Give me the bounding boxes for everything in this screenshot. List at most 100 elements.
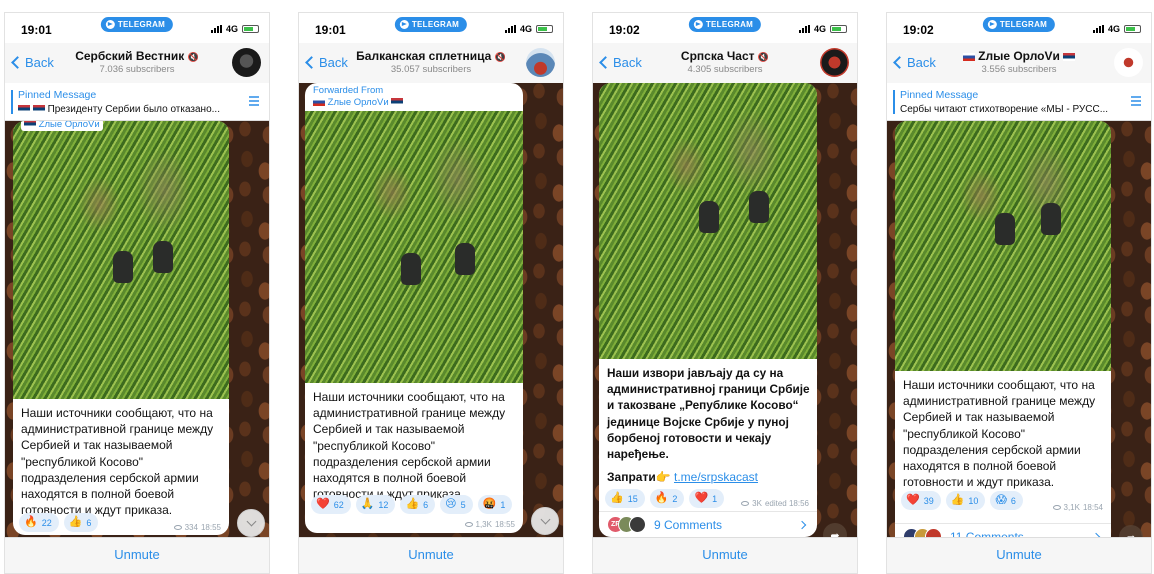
reaction-chip[interactable]: 👍 6 [63,513,99,532]
back-button[interactable]: Back [11,55,54,70]
message-photo[interactable] [895,121,1111,371]
chat-header: Back Балканская сплетница 🔇 35.057 subsc… [299,43,563,83]
system-indicators: 4G [210,24,259,34]
chevron-left-icon [599,56,612,69]
phone-screen-4: 19:02 TELEGRAM 4G Back Zлые ОрлоVи 3.556… [886,12,1152,574]
chat-background: Наши источники сообщают, что на админист… [887,121,1151,549]
boot [1041,203,1061,235]
channel-avatar[interactable] [526,48,555,77]
bottom-bar: Unmute [593,537,857,573]
reaction-bar: 🔥 22 👍 6 [19,513,99,532]
reaction-chip[interactable]: ❤️ 62 [311,495,351,514]
message-bubble[interactable]: Forwarded From Zлые ОрлоVи Наши источник… [305,83,523,533]
unmute-button[interactable]: Unmute [408,547,454,562]
boot [455,243,475,275]
pinned-message[interactable]: Pinned Message Президенту Сербии было от… [5,83,269,121]
message-text: Наши источники сообщают, что на админист… [313,390,506,502]
back-button[interactable]: Back [305,55,348,70]
pinned-message[interactable]: Pinned Message Сербы читают стихотворени… [887,83,1151,121]
channel-avatar[interactable] [1114,48,1143,77]
battery-icon [830,25,847,33]
telegram-pill[interactable]: TELEGRAM [688,17,762,32]
back-button[interactable]: Back [893,55,936,70]
muted-icon: 🔇 [187,52,199,62]
flag-icon [18,105,30,113]
views-icon [1052,505,1061,510]
bottom-bar: Unmute [5,537,269,573]
telegram-pill[interactable]: TELEGRAM [100,17,174,32]
channel-link[interactable]: t.me/srpskacast [674,470,758,484]
flag-icon [313,98,325,106]
scroll-down-button[interactable] [237,509,265,537]
subscriber-count: 3.556 subscribers [981,64,1057,75]
channel-title: Српска Част [680,49,755,63]
reaction-chip[interactable]: ❤️ 39 [901,491,941,510]
views-icon [741,501,750,506]
commenter-avatar [629,516,646,533]
channel-title: Балканская сплетница [356,49,492,63]
channel-info[interactable]: Zлые ОрлоVи 3.556 subscribers [943,49,1095,75]
forward-source[interactable]: Zлые ОрлоVи [39,121,100,130]
reaction-chip[interactable]: 👍 10 [945,491,986,510]
message-photo[interactable] [599,83,817,359]
message-bubble[interactable]: Наши источники сообщают, что на админист… [895,121,1111,549]
chevron-left-icon [11,56,24,69]
telegram-pill[interactable]: TELEGRAM [394,17,468,32]
signal-icon [504,25,516,33]
reaction-chip[interactable]: 😢 5 [440,495,473,514]
clock: 19:02 [903,23,934,37]
message-meta: 3K edited 18:56 [741,499,809,508]
share-line: Запрати👉 t.me/srpskacast [607,470,759,484]
channel-title: Zлые ОрлоVи [978,49,1060,63]
reaction-chip[interactable]: 👍 15 [605,489,645,508]
message-photo[interactable] [305,111,523,383]
comments-bar[interactable]: ZP 9 Comments [599,511,817,537]
phone-screen-2: 19:01 TELEGRAM 4G Back Балканская сплетн… [298,12,564,574]
flag-icon [32,105,45,113]
forward-source[interactable]: Zлые ОрлоVи [328,97,389,108]
clock: 19:01 [21,23,52,37]
unmute-button[interactable]: Unmute [996,547,1042,562]
clock: 19:02 [609,23,640,37]
message-meta: 334 18:55 [173,523,221,532]
battery-icon [1124,25,1141,33]
reaction-chip[interactable]: 👍 6 [400,495,436,514]
flag-icon [1063,53,1076,61]
channel-avatar[interactable] [820,48,849,77]
comments-label: 9 Comments [654,517,723,532]
message-meta: 3,1K 18:54 [1052,503,1103,512]
boot [749,191,769,223]
pinned-list-icon[interactable] [1129,95,1143,107]
system-indicators: 4G [798,24,847,34]
message-photo[interactable] [13,121,229,399]
chevron-left-icon [893,56,906,69]
signal-icon [1092,25,1104,33]
message-bubble[interactable]: Zлые ОрлоVи Наши источники сообщают, что… [13,121,229,535]
boot [699,201,719,233]
unmute-button[interactable]: Unmute [114,547,160,562]
subscriber-count: 4.305 subscribers [687,64,763,75]
channel-info[interactable]: Балканская сплетница 🔇 35.057 subscriber… [355,49,507,75]
unmute-button[interactable]: Unmute [702,547,748,562]
status-bar: 19:02 TELEGRAM 4G [593,13,857,43]
chevron-left-icon [305,56,318,69]
reaction-chip[interactable]: 🔥 22 [19,513,59,532]
scroll-down-button[interactable] [531,507,559,535]
reaction-chip[interactable]: 🔥 2 [649,489,685,508]
pinned-list-icon[interactable] [247,95,261,107]
back-button[interactable]: Back [599,55,642,70]
chevron-right-icon [797,520,807,529]
reaction-chip[interactable]: 🤬 1 [477,495,513,514]
channel-avatar[interactable] [232,48,261,77]
channel-info[interactable]: Сербский Вестник 🔇 7.036 subscribers [61,49,213,75]
chat-background: Forwarded From Zлые ОрлоVи Наши источник… [299,83,563,539]
telegram-pill[interactable]: TELEGRAM [982,17,1056,32]
channel-info[interactable]: Српска Част 🔇 4.305 subscribers [649,49,801,75]
pinned-label: Pinned Message [900,89,979,101]
telegram-icon [105,20,115,29]
reaction-chip[interactable]: ❤️ 1 [689,489,725,508]
telegram-icon [693,20,703,29]
message-bubble[interactable]: Наши извори јављају да су на администрат… [599,83,817,537]
reaction-chip[interactable]: 🙏 12 [355,495,396,514]
reaction-chip[interactable]: 😱 6 [990,491,1023,510]
